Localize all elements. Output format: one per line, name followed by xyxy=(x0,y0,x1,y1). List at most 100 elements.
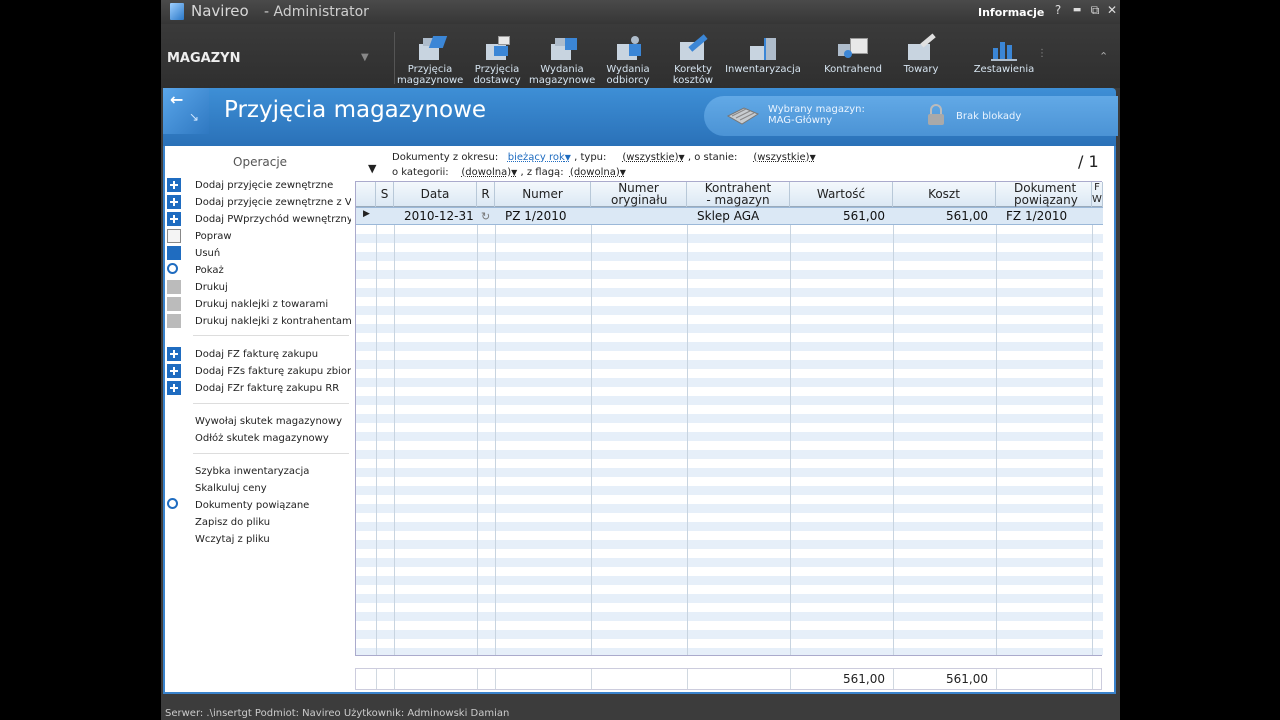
op-dodaj-fzr[interactable]: Dodaj FZr fakturę zakupu RR xyxy=(195,383,351,394)
cell-numer: PZ 1/2010 xyxy=(505,209,567,223)
op-dodaj-fz[interactable]: Dodaj FZ fakturę zakupu xyxy=(195,349,351,360)
warehouse-panel: Wybrany magazyn: MAG-Główny Brak blokady xyxy=(704,96,1118,136)
cell-data: 2010-12-31 xyxy=(404,209,474,223)
add-icon xyxy=(167,195,181,209)
state-dropdown[interactable]: (wszystkie)▼ xyxy=(753,152,815,163)
operations-divider xyxy=(193,403,349,404)
add-icon xyxy=(167,364,181,378)
application-window: Navireo - Administrator Informacje ? ▬ ⧉… xyxy=(161,0,1120,720)
toolbar-zestawienia[interactable]: Zestawienia xyxy=(966,36,1042,86)
totals-row: 561,00 561,00 xyxy=(355,668,1102,690)
back-button[interactable]: ← ↘ xyxy=(163,88,209,134)
toolbar-towary[interactable]: Towary xyxy=(893,33,949,86)
add-icon xyxy=(167,178,181,192)
flag-dropdown[interactable]: (dowolna)▼ xyxy=(570,167,626,178)
page-header: ← ↘ Przyjęcia magazynowe Wybrany magazyn… xyxy=(163,88,1118,146)
goods-icon xyxy=(906,33,936,62)
cell-koszt: 561,00 xyxy=(946,209,988,223)
col-wartosc[interactable]: Wartość xyxy=(790,182,893,207)
op-dokumenty-powiazane[interactable]: Dokumenty powiązane xyxy=(195,500,351,511)
op-wczytaj-z-pliku[interactable]: Wczytaj z pliku xyxy=(195,534,351,545)
app-role: - Administrator xyxy=(264,4,369,20)
col-r[interactable]: R xyxy=(477,182,495,207)
col-numer-oryginalu[interactable]: Numer oryginału xyxy=(591,182,687,207)
selected-warehouse[interactable]: Wybrany magazyn: MAG-Główny xyxy=(768,104,865,126)
page-counter: / 1 xyxy=(1078,152,1099,171)
table-row[interactable]: ▶ 2010-12-31 ↻ PZ 1/2010 Sklep AGA 561,0… xyxy=(356,207,1103,225)
cell-numer-oryginalu xyxy=(594,208,684,226)
lock-status: Brak blokady xyxy=(956,111,1022,122)
table-body xyxy=(356,207,1103,655)
more-icon[interactable]: ⋮ xyxy=(1037,48,1047,59)
op-zapisz-do-pliku[interactable]: Zapisz do pliku xyxy=(195,517,351,528)
minimize-icon[interactable]: ▬ xyxy=(1070,5,1084,15)
op-wywolaj-skutek[interactable]: Wywołaj skutek magazynowy xyxy=(195,416,351,427)
op-pokaz[interactable]: Pokaż xyxy=(195,265,351,276)
edit-icon xyxy=(167,229,181,243)
filter-expand-icon[interactable]: ▼ xyxy=(368,162,376,175)
col-numer[interactable]: Numer xyxy=(495,182,591,207)
op-dodaj-fzs[interactable]: Dodaj FZs fakturę zakupu zbior... xyxy=(195,366,351,377)
supplier-inbound-icon xyxy=(482,36,512,62)
current-row-indicator-icon: ▶ xyxy=(363,209,370,219)
collapse-ribbon-icon[interactable]: ⌃ xyxy=(1099,50,1108,63)
toolbar-przyjecia-magazynowe[interactable]: Przyjęcia magazynowe xyxy=(397,36,463,86)
restore-icon[interactable]: ⧉ xyxy=(1088,3,1102,18)
ribbon-toolbar: MAGAZYN ▼ Przyjęcia magazynowe Przyjęcia d… xyxy=(161,24,1120,88)
operations-title: Operacje xyxy=(233,155,288,169)
op-drukuj[interactable]: Drukuj xyxy=(195,282,351,293)
toolbar-przyjecia-dostawcy[interactable]: Przyjęcia dostawcy xyxy=(466,36,528,86)
magnifier-icon xyxy=(167,498,178,509)
title-bar: Navireo - Administrator Informacje ? ▬ ⧉… xyxy=(161,0,1120,24)
period-dropdown[interactable]: bieżący rok▼ xyxy=(508,152,571,163)
cell-kontrahent: Sklep AGA xyxy=(697,209,760,223)
op-drukuj-naklejki-towary[interactable]: Drukuj naklejki z towarami xyxy=(195,299,351,310)
ribbon-divider xyxy=(394,32,395,84)
contractor-icon xyxy=(838,36,868,62)
back-arrow-icon: ← xyxy=(170,90,184,109)
col-koszt[interactable]: Koszt xyxy=(893,182,996,207)
op-odloz-skutek[interactable]: Odłóż skutek magazynowy xyxy=(195,433,351,444)
lock-icon xyxy=(928,104,944,125)
col-kontrahent[interactable]: Kontrahent - magazyn xyxy=(687,182,790,207)
op-dodaj-przyjecie-zewnetrzne[interactable]: Dodaj przyjęcie zewnętrzne xyxy=(195,180,351,191)
col-fw[interactable]: F W xyxy=(1092,182,1103,207)
magnifier-icon xyxy=(167,263,178,274)
op-dodaj-przyjecie-zewnetrzne-z-v[interactable]: Dodaj przyjęcie zewnętrzne z V... xyxy=(195,197,351,208)
warehouse-icon xyxy=(726,107,760,125)
toolbar-wydania-magazynowe[interactable]: Wydania magazynowe xyxy=(529,36,595,86)
module-selector[interactable]: MAGAZYN xyxy=(167,51,240,66)
inbound-warehouse-icon xyxy=(415,36,448,62)
col-dokument-powiazany[interactable]: Dokument powiązany xyxy=(996,182,1092,207)
col-indicator xyxy=(356,182,376,207)
help-icon[interactable]: ? xyxy=(1051,3,1065,17)
toolbar-inwentaryzacja[interactable]: Inwentaryzacja xyxy=(724,36,802,86)
op-szybka-inwentaryzacja[interactable]: Szybka inwentaryzacja xyxy=(195,466,351,477)
op-dodaj-pw[interactable]: Dodaj PWprzychód wewnętrzny xyxy=(195,214,351,225)
type-dropdown[interactable]: (wszystkie)▼ xyxy=(622,152,684,163)
toolbar-kontrahend[interactable]: Kontrahend xyxy=(817,36,889,86)
reports-icon xyxy=(989,36,1019,62)
close-icon[interactable]: ✕ xyxy=(1105,3,1119,17)
col-s[interactable]: S xyxy=(376,182,394,207)
refresh-icon: ↻ xyxy=(481,210,491,223)
cell-dokument-powiazany: FZ 1/2010 xyxy=(1006,209,1068,223)
chevron-down-icon[interactable]: ▼ xyxy=(361,52,369,63)
operations-divider xyxy=(193,453,349,454)
customer-outbound-icon xyxy=(613,36,643,62)
op-popraw[interactable]: Popraw xyxy=(195,231,351,242)
op-skalkuluj-ceny[interactable]: Skalkuluj ceny xyxy=(195,483,351,494)
toolbar-korekty-kosztow[interactable]: Korekty kosztów xyxy=(663,34,723,86)
printer-icon xyxy=(167,297,181,311)
informacje-link[interactable]: Informacje xyxy=(978,6,1044,19)
category-dropdown[interactable]: (dowolna)▼ xyxy=(461,167,517,178)
printer-icon xyxy=(167,314,181,328)
total-koszt: 561,00 xyxy=(946,672,988,686)
calendar-sidebar-label[interactable]: <<< Pasek kalendarza >>> xyxy=(1104,346,1115,490)
col-data[interactable]: Data xyxy=(394,182,477,207)
op-usun[interactable]: Usuń xyxy=(195,248,351,259)
delete-icon xyxy=(167,246,181,260)
toolbar-wydania-odbiorcy[interactable]: Wydania odbiorcy xyxy=(597,36,659,86)
cell-wartosc: 561,00 xyxy=(843,209,885,223)
op-drukuj-naklejki-kontrahenci[interactable]: Drukuj naklejki z kontrahentami xyxy=(195,316,351,327)
